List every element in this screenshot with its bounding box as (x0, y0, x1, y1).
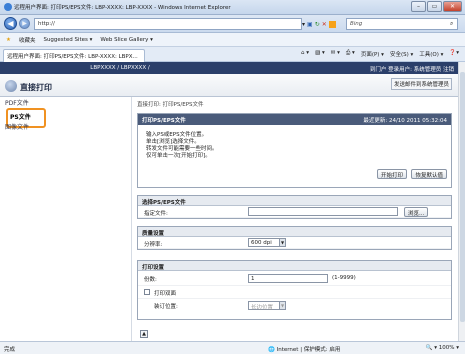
last-updated: 最近更新: 24/10 2011 05:32:04 (363, 118, 447, 124)
section-title: 选择PS/EPS文件 (138, 196, 451, 206)
refresh-icon[interactable]: ↻ (315, 21, 320, 28)
help-icon[interactable]: ❓▾ (449, 50, 459, 58)
duplex-row: 打印双面 (138, 286, 451, 299)
status-bar: 完成 🌐 Internet | 保护模式: 启用 🔍 ▾ 100% ▾ (0, 341, 465, 354)
zone-text: Internet | 保护模式: 启用 (276, 347, 341, 353)
status-text: 完成 (4, 347, 16, 353)
bing-icon (328, 20, 336, 28)
section-title: 质量设置 (138, 227, 451, 237)
device-name: LBPXXXX / LBPXXXX / (90, 65, 150, 71)
tab-bar: 远程用户界面: 打印PS/EPS文件: LBP-XXXX: LBPX... ⌂ … (0, 47, 465, 62)
chevron-down-icon: ▼ (279, 239, 285, 246)
sidebar (0, 97, 132, 341)
breadcrumb: 直接打印: 打印PS/EPS文件 (137, 102, 204, 108)
fav-item-webslice[interactable]: Web Slice Gallery ▾ (100, 37, 153, 43)
duplex-label: 打印双面 (154, 291, 177, 297)
search-input[interactable]: Bing (346, 18, 458, 30)
file-row: 指定文件: 浏览... (138, 206, 451, 218)
page-title: 直接打印 (20, 83, 52, 92)
copies-row: 份数: 1 (1-9999) (138, 271, 451, 286)
navigation-bar: ◀ ▶ http:// ▾ ▣ ↻ ✕ Bing ⌕ (0, 15, 465, 33)
binding-label: 装订位置: (154, 304, 178, 310)
browse-button[interactable]: 浏览... (404, 207, 429, 217)
fav-item-suggested[interactable]: Suggested Sites ▾ (43, 37, 92, 43)
safety-menu[interactable]: 安全(S) ▾ (390, 50, 413, 58)
panel-title: 打印PS/EPS文件 (142, 118, 186, 124)
start-print-button[interactable]: 开始打印 (376, 169, 407, 179)
zoom-level: 100% (438, 345, 455, 351)
section-title: 打印设置 (138, 261, 451, 271)
select-file-section: 选择PS/EPS文件 指定文件: 浏览... (137, 195, 452, 219)
zoom-control[interactable]: 🔍 ▾ 100% ▾ (426, 345, 459, 351)
panel-title-bar: 打印PS/EPS文件 最近更新: 24/10 2011 05:32:04 (138, 114, 451, 125)
address-bar[interactable]: http:// (34, 18, 302, 30)
binding-row: 装订位置: 长边位置 ▼ (138, 299, 451, 313)
security-zone: 🌐 Internet | 保护模式: 启用 (268, 345, 340, 353)
favorites-button[interactable]: 收藏夹 (19, 36, 36, 44)
print-panel: 打印PS/EPS文件 最近更新: 24/10 2011 05:32:04 输入P… (137, 113, 452, 188)
file-path-input[interactable] (248, 207, 398, 216)
instructions: 输入PS或EPS文件位置。 单击[浏览]选择文件。 转发文件可能需要一些时间。 … (146, 132, 218, 160)
quality-section: 质量设置 分辨率: 600 dpi ▼ (137, 226, 452, 250)
page-top-icon[interactable]: ▲ (140, 330, 148, 338)
dropdown-icon[interactable]: ▾ (302, 21, 305, 28)
forward-button[interactable]: ▶ (19, 18, 30, 29)
resolution-row: 分辨率: 600 dpi ▼ (138, 237, 451, 249)
minimize-button[interactable]: – (411, 1, 426, 12)
home-icon[interactable]: ⌂ ▾ (301, 50, 309, 58)
ie-icon (4, 3, 12, 11)
window-titlebar: 远程用户界面: 打印PS/EPS文件: LBP-XXXX: LBP-XXXX -… (0, 0, 465, 15)
resolution-select[interactable]: 600 dpi ▼ (248, 238, 286, 247)
resolution-label: 分辨率: (144, 242, 163, 248)
sidebar-item-pdf[interactable]: PDF文件 (5, 98, 29, 107)
copies-input[interactable]: 1 (248, 274, 328, 283)
app-header: LBPXXXX / LBPXXXX / 到门户 登录用户: 系统管理员 注销 (0, 62, 458, 74)
back-button[interactable]: ◀ (4, 17, 17, 30)
duplex-checkbox[interactable] (144, 289, 150, 295)
header-links[interactable]: 到门户 登录用户: 系统管理员 注销 (370, 65, 454, 73)
binding-value: 长边位置 (251, 305, 274, 311)
close-button[interactable]: ✕ (443, 1, 462, 12)
compat-icon[interactable]: ▣ (307, 21, 313, 28)
resolution-value: 600 dpi (251, 240, 272, 246)
favorites-bar: ★ 收藏夹 Suggested Sites ▾ Web Slice Galler… (0, 33, 465, 47)
browser-tab[interactable]: 远程用户界面: 打印PS/EPS文件: LBP-XXXX: LBPX... (3, 49, 145, 62)
instruction-line: 转发文件可能需要一些时间。 (146, 146, 218, 152)
page-header: 直接打印 发送邮件到系统管理员 (0, 74, 458, 97)
instruction-line: 仅可单击一次[开始打印]。 (146, 153, 211, 159)
print-icon[interactable]: ⎙ ▾ (346, 50, 355, 58)
window-title: 远程用户界面: 打印PS/EPS文件: LBP-XXXX: LBP-XXXX -… (14, 5, 231, 11)
page-menu[interactable]: 页面(P) ▾ (361, 50, 384, 58)
direct-print-icon (5, 80, 17, 92)
search-icon[interactable]: ⌕ (450, 20, 453, 28)
print-settings-section: 打印设置 份数: 1 (1-9999) 打印双面 装订位置: 长边位置 ▼ (137, 260, 452, 320)
binding-select[interactable]: 长边位置 ▼ (248, 301, 286, 311)
chevron-down-icon: ▼ (279, 302, 285, 309)
maximize-button[interactable]: ▭ (427, 1, 442, 12)
globe-icon: 🌐 (268, 347, 277, 353)
copies-label: 份数: (144, 277, 157, 283)
scrollbar-thumb[interactable] (460, 72, 465, 322)
instruction-line: 单击[浏览]选择文件。 (146, 139, 200, 145)
tools-menu[interactable]: 工具(O) ▾ (419, 50, 443, 58)
file-label: 指定文件: (144, 211, 168, 217)
reset-defaults-button[interactable]: 恢复默认值 (411, 169, 447, 179)
sidebar-item-image[interactable]: 图像文件 (5, 122, 29, 131)
stop-icon[interactable]: ✕ (322, 21, 327, 28)
zoom-icon: 🔍 ▾ (425, 345, 439, 351)
copies-range: (1-9999) (332, 275, 356, 281)
mail-icon[interactable]: ✉ ▾ (331, 50, 340, 58)
favorites-star-icon[interactable]: ★ (6, 37, 11, 43)
instruction-line: 输入PS或EPS文件位置。 (146, 132, 208, 138)
send-email-link[interactable]: 发送邮件到系统管理员 (390, 78, 452, 90)
feeds-icon[interactable]: ▧ ▾ (315, 50, 325, 58)
vertical-scrollbar[interactable] (458, 62, 465, 341)
